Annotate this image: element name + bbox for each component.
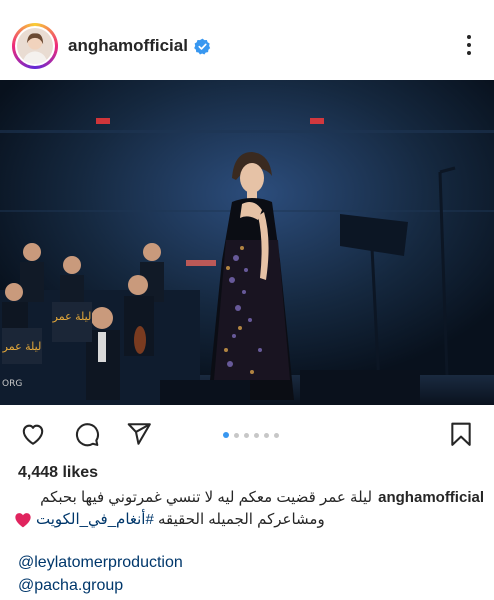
- stage-logo: ORG: [2, 379, 22, 389]
- carousel-dot: [244, 432, 249, 438]
- carousel-dot: [274, 432, 279, 438]
- username[interactable]: anghamofficial: [68, 36, 188, 56]
- caption: ليلة عمر قضيت معكم ليه لا تنسي غمرتوني ف…: [14, 487, 484, 531]
- heart-outline-icon[interactable]: [20, 421, 46, 447]
- paper-plane-icon[interactable]: [126, 421, 152, 447]
- more-options-icon[interactable]: [458, 34, 480, 56]
- hashtag-link[interactable]: #أنغام_في_الكويت: [36, 511, 154, 528]
- avatar[interactable]: [15, 26, 55, 66]
- stage-sign-2: ليلة عمر: [2, 340, 42, 353]
- caption-line2-words: ومشاعركم الجميله الحقيقه: [153, 511, 325, 528]
- post-photo[interactable]: ليلة عمر ليلة عمر ORG: [0, 80, 494, 405]
- carousel-indicator: [223, 432, 279, 438]
- comment-bubble-icon[interactable]: [74, 421, 100, 447]
- action-bar: [0, 405, 494, 459]
- post-header: anghamofficial: [0, 0, 494, 80]
- stage-sign: ليلة عمر: [52, 310, 92, 323]
- story-ring[interactable]: [12, 23, 58, 69]
- verified-badge-icon: [194, 38, 211, 54]
- carousel-dot: [264, 432, 269, 438]
- mention-link[interactable]: @leylatomerproduction: [18, 554, 183, 572]
- red-heart-emoji-icon: [15, 513, 31, 528]
- caption-text: ليلة عمر قضيت معكم ليه لا تنسي غمرتوني ف…: [40, 489, 373, 506]
- likes-count[interactable]: 4,448 likes: [18, 464, 98, 482]
- mention-link[interactable]: @pacha.group: [18, 577, 123, 595]
- caption-text-line2: ومشاعركم الجميله الحقيقه #أنغام_في_الكوي…: [36, 509, 325, 531]
- carousel-dot: [254, 432, 259, 438]
- concert-photo: ليلة عمر ليلة عمر ORG: [0, 80, 494, 405]
- avatar-image: [17, 28, 53, 64]
- carousel-dot-active: [223, 432, 229, 438]
- bookmark-icon[interactable]: [448, 421, 474, 447]
- caption-username[interactable]: anghamofficial: [378, 487, 484, 509]
- carousel-dot: [234, 432, 239, 438]
